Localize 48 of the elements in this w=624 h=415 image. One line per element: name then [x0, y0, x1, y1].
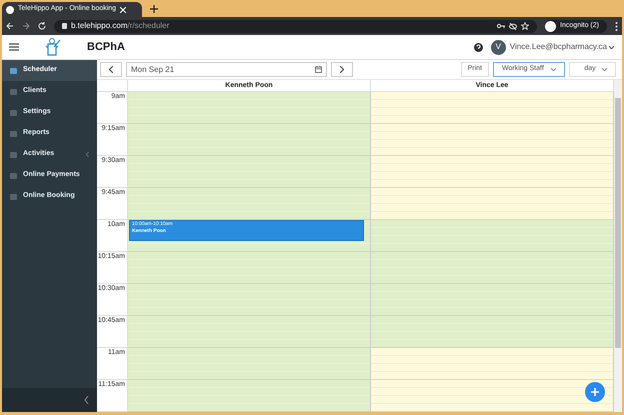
caret-icon — [602, 68, 607, 71]
available-slot[interactable] — [128, 316, 370, 348]
available-slot[interactable] — [371, 220, 613, 252]
forward-icon[interactable] — [22, 22, 30, 30]
help-icon[interactable] — [474, 42, 483, 52]
caret-icon — [551, 68, 556, 71]
close-icon[interactable] — [120, 6, 126, 12]
available-slot[interactable] — [371, 316, 613, 348]
unavailable-slot[interactable] — [371, 188, 613, 220]
organization-name: BCPhA — [87, 40, 125, 55]
new-tab-icon[interactable] — [150, 5, 158, 13]
unavailable-slot[interactable] — [371, 124, 613, 156]
available-slot[interactable] — [128, 156, 370, 188]
chevron-right-icon — [340, 66, 344, 73]
available-slot[interactable] — [128, 188, 370, 220]
calendar-icon — [315, 66, 322, 73]
scrollbar[interactable] — [614, 80, 622, 412]
menu-dots-icon[interactable] — [615, 22, 618, 30]
back-icon[interactable] — [6, 22, 14, 30]
collapse-icon[interactable] — [84, 396, 89, 404]
unavailable-slot[interactable] — [371, 92, 613, 124]
key-icon[interactable] — [497, 23, 506, 29]
available-slot[interactable] — [371, 284, 613, 316]
previous-day-button[interactable] — [100, 62, 122, 77]
available-slot[interactable] — [128, 124, 370, 156]
url-path: /r/scheduler — [127, 20, 170, 32]
user-menu[interactable]: Vince.Lee@bcpharmacy.ca — [510, 41, 614, 53]
star-icon[interactable] — [521, 22, 530, 30]
available-slot[interactable] — [128, 284, 370, 316]
available-slot[interactable] — [371, 252, 613, 284]
date-field[interactable]: Mon Sep 21 — [126, 62, 327, 77]
chevron-left-icon — [109, 66, 113, 73]
menu-icon[interactable] — [9, 43, 19, 51]
chevron-left-icon — [86, 152, 89, 157]
eye-slash-icon[interactable] — [509, 22, 518, 30]
next-day-button[interactable] — [331, 62, 353, 77]
reload-icon[interactable] — [38, 22, 46, 30]
available-slot[interactable] — [128, 92, 370, 124]
caret-icon — [609, 46, 614, 48]
unavailable-slot[interactable] — [371, 380, 613, 412]
plus-icon — [591, 388, 599, 396]
url-host: b.telehippo.com — [71, 20, 128, 32]
available-slot[interactable] — [128, 252, 370, 284]
user-avatar[interactable]: V — [490, 40, 506, 54]
logo-icon — [45, 38, 61, 56]
scrollbar-thumb[interactable] — [615, 98, 621, 348]
address-bar[interactable]: b.telehippo.com/r/scheduler — [54, 20, 538, 32]
unavailable-slot[interactable] — [371, 156, 613, 188]
